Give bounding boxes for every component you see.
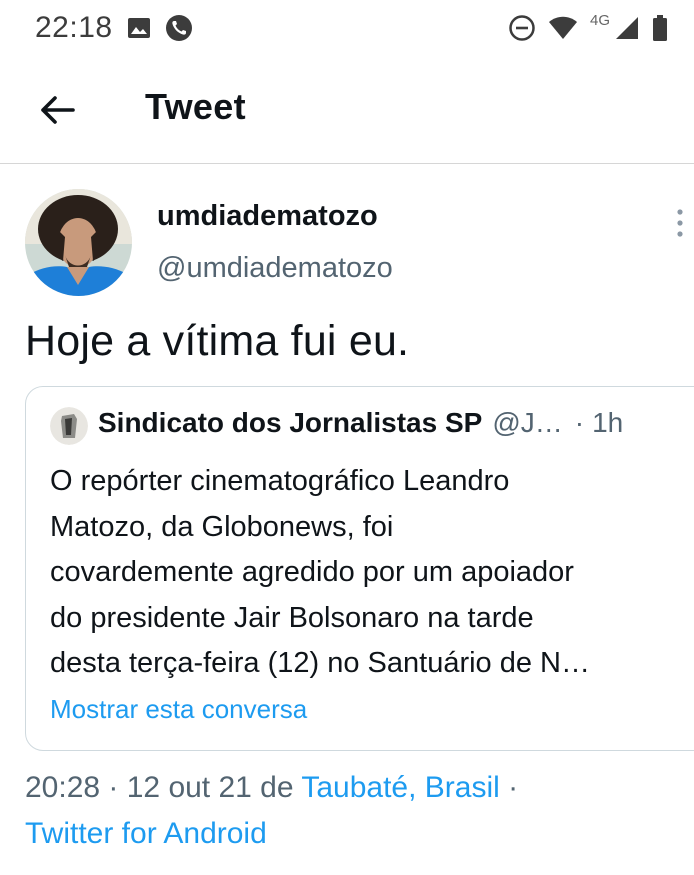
- quoted-author-name: Sindicato dos Jornalistas SP: [98, 407, 483, 438]
- wifi-icon: [548, 15, 578, 41]
- quoted-author-handle: @J…: [492, 407, 563, 438]
- back-button[interactable]: [38, 90, 78, 130]
- tweet-text: Hoje a vítima fui eu.: [25, 317, 410, 365]
- display-name[interactable]: umdiadematozo: [157, 200, 378, 233]
- battery-icon: [652, 14, 668, 42]
- quoted-text-line: covardemente agredido por um apoiador: [50, 556, 574, 588]
- quoted-text-line: desta terça-feira (12) no Santuário de N…: [50, 647, 590, 679]
- quoted-tweet-header: Sindicato dos Jornalistas SP @J… · 1h: [98, 407, 694, 439]
- app-header: Tweet: [0, 56, 694, 164]
- quoted-text-line: Matozo, da Globonews, foi: [50, 510, 394, 543]
- phone-call-icon: [165, 14, 193, 42]
- quoted-author-avatar: [50, 407, 88, 445]
- show-thread-link[interactable]: Mostrar esta conversa: [50, 694, 307, 725]
- avatar[interactable]: [25, 189, 132, 296]
- quoted-text-line: O repórter cinematográfico Leandro: [50, 465, 510, 497]
- cell-signal-icon: [614, 15, 640, 41]
- more-options-button[interactable]: [666, 205, 694, 241]
- tweet-timestamp: 20:28 · 12 out 21 de: [25, 771, 294, 804]
- do-not-disturb-icon: [508, 14, 536, 42]
- quoted-tweet-card[interactable]: Sindicato dos Jornalistas SP @J… · 1h O …: [25, 386, 694, 751]
- source-link[interactable]: Twitter for Android: [25, 817, 267, 850]
- quoted-timestamp: 1h: [592, 407, 624, 438]
- screen: 22:18 4G Tweet umdiadematozo @umdiademat…: [0, 0, 694, 875]
- arrow-left-icon: [41, 96, 75, 124]
- image-icon: [127, 16, 151, 40]
- network-type-label: 4G: [589, 11, 610, 29]
- quoted-text-line: do presidente Jair Bolsonaro na tarde: [50, 601, 534, 634]
- status-left: 22:18: [35, 11, 193, 45]
- status-right: 4G: [508, 11, 668, 42]
- page-title: Tweet: [145, 86, 246, 127]
- status-time: 22:18: [35, 11, 113, 44]
- location-link[interactable]: Taubaté, Brasil: [301, 771, 499, 804]
- quoted-separator: ·: [574, 407, 585, 438]
- quoted-tweet-text: O repórter cinematográfico Leandro Matoz…: [50, 459, 680, 687]
- more-vertical-icon: [677, 209, 683, 237]
- user-handle[interactable]: @umdiadematozo: [157, 252, 393, 285]
- status-bar: 22:18 4G: [0, 0, 694, 56]
- tweet-meta: 20:28 · 12 out 21 de Taubaté, Brasil · T…: [25, 765, 518, 857]
- meta-separator: ·: [508, 771, 519, 804]
